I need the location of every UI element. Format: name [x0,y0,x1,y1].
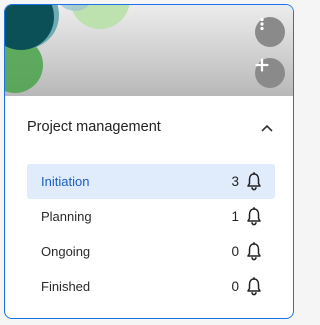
more-options-button[interactable] [255,17,285,47]
project-card: Project management Initiation 3 Planning… [4,4,294,319]
chevron-up-icon [261,125,273,132]
stage-item-initiation[interactable]: Initiation 3 [27,164,275,199]
stage-item-planning[interactable]: Planning 1 [27,199,275,234]
bell-icon[interactable] [245,172,263,191]
notification-count: 3 [231,174,239,189]
card-banner-image [5,5,293,96]
stage-label: Initiation [41,174,90,189]
plus-icon [255,58,269,72]
bell-icon[interactable] [245,242,263,261]
collapse-button[interactable] [257,118,277,138]
stage-item-ongoing[interactable]: Ongoing 0 [27,234,275,269]
card-title: Project management [27,119,161,135]
more-vertical-icon [260,17,264,31]
stage-label: Finished [41,279,91,294]
banner-decoration [5,5,130,93]
stage-label: Planning [41,209,92,224]
stage-list: Initiation 3 Planning 1 Ongoing 0 Finish… [27,164,275,304]
bell-icon[interactable] [245,207,263,226]
card-header: Project management [5,96,293,158]
stage-item-finished[interactable]: Finished 0 [27,269,275,304]
stage-label: Ongoing [41,244,91,259]
notification-count: 0 [231,279,239,294]
add-button[interactable] [255,58,285,88]
bell-icon[interactable] [245,277,263,296]
notification-count: 1 [231,209,239,224]
notification-count: 0 [231,244,239,259]
